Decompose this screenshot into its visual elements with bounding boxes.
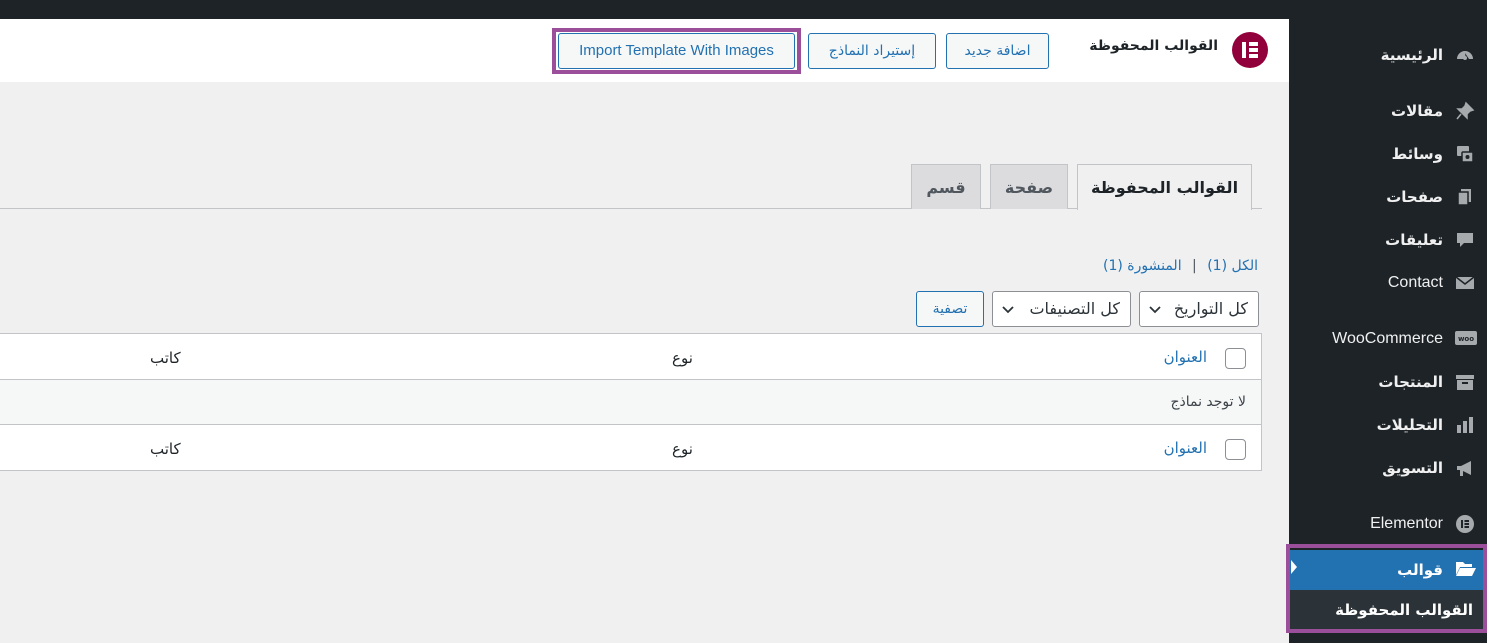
sidebar-item-label: التسويق <box>1382 459 1443 477</box>
empty-message: لا توجد نماذج <box>1170 394 1246 410</box>
import-templates-button[interactable]: إستيراد النماذج <box>808 33 936 69</box>
column-author-footer: كاتب <box>150 440 181 458</box>
views-filter: الكل (1) | المنشورة (1) <box>1103 258 1258 274</box>
column-title-footer[interactable]: العنوان <box>1164 425 1207 471</box>
sidebar-item-label: المنتجات <box>1378 373 1443 391</box>
sidebar-item-media[interactable]: وسائط <box>1289 137 1487 171</box>
woo-icon: woo <box>1455 329 1477 349</box>
page-title: القوالب المحفوظة <box>1089 38 1218 54</box>
column-type-footer: نوع <box>672 440 693 458</box>
column-type-header: نوع <box>672 349 693 367</box>
sidebar-item-pages[interactable]: صفحات <box>1289 180 1487 214</box>
sidebar-item-comments[interactable]: تعليقات <box>1289 223 1487 257</box>
templates-table: العنوان نوع كاتب لا توجد نماذج العنوان ن… <box>0 333 1262 471</box>
filter-button[interactable]: تصفية <box>916 291 984 327</box>
categories-select-value: كل التصنيفات <box>1029 299 1120 318</box>
bar-chart-icon <box>1455 415 1475 435</box>
sidebar-item-label: وسائط <box>1391 145 1443 163</box>
dates-select-value: كل التواريخ <box>1173 299 1248 318</box>
views-separator: | <box>1192 258 1197 274</box>
sidebar-item-templates[interactable]: قوالب <box>1289 550 1487 590</box>
select-all-checkbox-footer[interactable] <box>1225 439 1246 460</box>
comment-icon <box>1455 230 1475 250</box>
sidebar-item-label: تعليقات <box>1385 231 1443 249</box>
sidebar-item-label: Elementor <box>1370 515 1443 532</box>
empty-row: لا توجد نماذج <box>0 380 1261 425</box>
folder-open-icon <box>1455 559 1476 579</box>
sidebar-item-label: WooCommerce <box>1332 330 1443 347</box>
pages-icon <box>1455 187 1475 207</box>
tab-section[interactable]: قسم <box>911 164 981 209</box>
add-new-button[interactable]: اضافة جديد <box>946 33 1049 69</box>
sidebar-item-woocommerce[interactable]: woo WooCommerce <box>1289 322 1487 356</box>
envelope-icon <box>1455 273 1475 293</box>
megaphone-icon <box>1455 458 1475 478</box>
column-title-header[interactable]: العنوان <box>1164 334 1207 380</box>
table-header-row: العنوان نوع كاتب <box>0 334 1261 380</box>
sidebar-item-label: قوالب <box>1397 561 1443 579</box>
admin-bar <box>0 0 1487 21</box>
view-published-link[interactable]: المنشورة (1) <box>1103 258 1182 274</box>
tab-saved-templates[interactable]: القوالب المحفوظة <box>1077 164 1252 210</box>
admin-sidebar: الرئيسية مقالات وسائط صفحات تعليقات Cont… <box>1289 19 1487 643</box>
sidebar-item-label: صفحات <box>1386 188 1443 206</box>
select-all-checkbox[interactable] <box>1225 348 1246 369</box>
sidebar-item-posts[interactable]: مقالات <box>1289 94 1487 128</box>
sidebar-item-marketing[interactable]: التسويق <box>1289 451 1487 485</box>
active-arrow-icon <box>1291 560 1297 574</box>
tab-page[interactable]: صفحة <box>990 164 1068 209</box>
sidebar-item-elementor[interactable]: Elementor <box>1289 507 1487 541</box>
dashboard-icon <box>1455 45 1475 65</box>
media-icon <box>1455 144 1475 164</box>
chevron-down-icon <box>1149 306 1161 314</box>
chevron-down-icon <box>1002 306 1014 314</box>
categories-select[interactable]: كل التصنيفات <box>992 291 1131 327</box>
sidebar-subitem-label: القوالب المحفوظة <box>1335 601 1473 619</box>
dates-select[interactable]: كل التواريخ <box>1139 291 1259 327</box>
import-template-with-images-button[interactable]: Import Template With Images <box>558 33 795 69</box>
pin-icon <box>1455 101 1475 121</box>
table-footer-row: العنوان نوع كاتب <box>0 425 1261 471</box>
column-author-header: كاتب <box>150 349 181 367</box>
sidebar-subitem-saved-templates[interactable]: القوالب المحفوظة <box>1289 590 1487 631</box>
sidebar-item-label: Contact <box>1387 274 1443 291</box>
view-all-link[interactable]: الكل (1) <box>1207 258 1258 274</box>
archive-icon <box>1455 372 1475 392</box>
sidebar-item-dashboard[interactable]: الرئيسية <box>1289 38 1487 72</box>
sidebar-item-label: الرئيسية <box>1380 46 1443 64</box>
elementor-icon <box>1455 514 1475 534</box>
sidebar-item-label: التحليلات <box>1376 416 1443 434</box>
svg-text:woo: woo <box>1458 335 1474 343</box>
sidebar-item-contact[interactable]: Contact <box>1289 266 1487 300</box>
elementor-logo-icon <box>1232 32 1268 68</box>
sidebar-item-products[interactable]: المنتجات <box>1289 365 1487 399</box>
sidebar-item-label: مقالات <box>1391 102 1443 120</box>
tabs-baseline <box>0 208 1262 209</box>
sidebar-item-analytics[interactable]: التحليلات <box>1289 408 1487 442</box>
